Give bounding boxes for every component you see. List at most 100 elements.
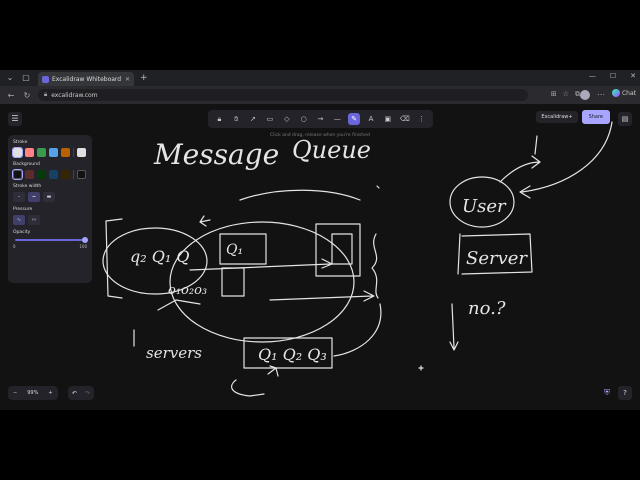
stroke-width-thin[interactable]: – [13, 192, 25, 202]
sketch-brace-right [371, 233, 379, 299]
zoom-controls: − 99% + [8, 386, 58, 400]
opacity-label: Opacity [13, 230, 31, 235]
diamond-tool-icon[interactable]: ◇ [281, 113, 293, 125]
pressure-variable-icon[interactable]: ∾ [28, 215, 40, 225]
minimize-icon[interactable]: — [589, 72, 596, 80]
sketch-queue-items-c: o₁o₂o₃ [168, 283, 207, 298]
background-color-swatch[interactable] [12, 169, 23, 180]
background-label: Background [13, 162, 40, 167]
sketch-arrow-lower [269, 290, 375, 302]
back-icon[interactable]: ← [6, 91, 16, 100]
share-button[interactable]: Share [581, 110, 610, 124]
stroke-color-swatch[interactable] [49, 148, 58, 157]
lock-icon[interactable]: 🔒︎ [44, 91, 47, 99]
help-icon[interactable]: ? [618, 386, 632, 400]
lock-tool-icon[interactable]: 🔒︎ [213, 113, 225, 125]
undo-icon[interactable]: ↶ [68, 390, 81, 397]
main-menu-icon[interactable]: ☰ [8, 112, 22, 126]
sketch-dot [376, 185, 380, 189]
sketch-top-arc [239, 189, 361, 201]
background-current-color[interactable] [77, 170, 86, 179]
browser-window: ⌄ ▢ Excalidraw Whiteboard ✕ + — ☐ ✕ ← ↻ … [0, 70, 640, 410]
url-text: excalidraw.com [51, 91, 98, 99]
library-icon[interactable]: ▤ [618, 112, 632, 126]
line-tool-icon[interactable]: — [331, 113, 343, 125]
image-tool-icon[interactable]: ▣ [382, 113, 394, 125]
tab-excalidraw[interactable]: Excalidraw Whiteboard ✕ [38, 72, 134, 86]
sketch-user-label: User [462, 196, 507, 217]
background-color-swatch[interactable] [37, 170, 46, 179]
address-bar[interactable]: 🔒︎ excalidraw.com [38, 89, 528, 101]
app-available-icon[interactable]: ⊞ [551, 90, 557, 99]
draw-tool-icon[interactable]: ✎ [348, 113, 361, 125]
sketch-box-right-inner [331, 233, 353, 265]
excalidraw-plus-button[interactable]: Excalidraw+ [536, 111, 578, 123]
sketch-tick-top [534, 135, 538, 155]
arrow-tool-icon[interactable]: → [314, 113, 326, 125]
favorite-icon[interactable]: ☆ [563, 90, 569, 99]
stroke-color-swatch[interactable] [25, 148, 34, 157]
stroke-width-extra-bold[interactable]: ▬ [43, 192, 55, 202]
background-color-swatch[interactable] [49, 170, 58, 179]
tab-bar: ⌄ ▢ Excalidraw Whiteboard ✕ + — ☐ ✕ [0, 70, 640, 86]
zoom-level[interactable]: 99% [22, 390, 43, 396]
stroke-color-swatch[interactable] [12, 147, 23, 158]
hand-tool-icon[interactable]: ✋︎ [230, 113, 242, 125]
rectangle-tool-icon[interactable]: ▭ [264, 113, 276, 125]
eraser-tool-icon[interactable]: ⌫ [399, 113, 411, 125]
excalidraw-favicon-icon [42, 75, 49, 83]
sketch-no-label: no.? [468, 298, 506, 319]
background-color-swatch[interactable] [61, 170, 70, 179]
maximize-icon[interactable]: ☐ [610, 72, 616, 80]
stroke-current-color[interactable] [77, 148, 86, 157]
tool-hint: Click and drag, release when you're fini… [270, 133, 370, 138]
selection-tool-icon[interactable]: ➚ [247, 113, 259, 125]
redo-icon[interactable]: ↷ [81, 390, 94, 397]
stroke-width-bold[interactable]: ━ [28, 192, 40, 202]
sketch-cursor-mark [418, 365, 424, 371]
drawing-canvas[interactable]: Message Queue q₂ Q₁ Q Q₁ o₁o₂o₃ Q₁ Q₂ Q₃… [0, 104, 640, 410]
workspaces-icon[interactable]: ▢ [20, 72, 32, 84]
stroke-color-swatch[interactable] [61, 148, 70, 157]
sketch-drawing: Message Queue q₂ Q₁ Q Q₁ o₁o₂o₃ Q₁ Q₂ Q₃… [102, 121, 613, 397]
shield-icon[interactable]: ⛨ [604, 388, 610, 398]
opacity-min: 0 [13, 244, 16, 249]
stroke-width-options: – ━ ▬ [13, 192, 87, 202]
browser-menu-icon[interactable]: ⋯ [596, 90, 606, 99]
copilot-button[interactable]: Chat [611, 89, 636, 97]
sketch-server-label: Server [466, 248, 528, 269]
stroke-colors [12, 147, 87, 158]
browser-toolbar-icons: ⊞ ☆ ⧉ [551, 90, 580, 99]
window-controls: — ☐ ✕ [589, 72, 636, 80]
stroke-color-swatch[interactable] [37, 148, 46, 157]
copilot-label: Chat [621, 89, 636, 97]
pressure-label: Pressure [13, 207, 33, 212]
background-color-swatch[interactable] [25, 170, 34, 179]
undo-redo-controls: ↶ ↷ [68, 386, 95, 400]
sketch-ellipse-big [169, 221, 355, 343]
more-tools-icon[interactable]: ⋮ [416, 113, 428, 125]
new-tab-icon[interactable]: + [140, 73, 148, 83]
sketch-title-message: Message [153, 138, 279, 171]
sketch-bracket-left [105, 218, 123, 299]
tab-actions-icon[interactable]: ⌄ [4, 72, 16, 84]
opacity-range: 0 100 [13, 244, 87, 249]
sketch-curve-right [333, 303, 382, 357]
text-tool-icon[interactable]: A [365, 113, 377, 125]
sketch-arrow-top-left [199, 215, 211, 227]
sketch-servers-label: servers [146, 344, 202, 362]
zoom-out-icon[interactable]: − [8, 390, 22, 396]
close-window-icon[interactable]: ✕ [630, 72, 636, 80]
pressure-fixed-icon[interactable]: ∿ [13, 215, 25, 225]
opacity-slider-knob[interactable] [82, 237, 88, 243]
zoom-in-icon[interactable]: + [43, 390, 57, 396]
close-tab-icon[interactable]: ✕ [125, 76, 130, 83]
sketch-arrow-user-up [499, 155, 541, 183]
ellipse-tool-icon[interactable]: ○ [298, 113, 310, 125]
profile-avatar[interactable] [580, 90, 590, 100]
sketch-title-queue: Queue [292, 136, 371, 164]
refresh-icon[interactable]: ↻ [22, 91, 32, 100]
opacity-slider[interactable] [15, 237, 88, 243]
divider [73, 148, 74, 157]
tab-title: Excalidraw Whiteboard [52, 75, 122, 83]
